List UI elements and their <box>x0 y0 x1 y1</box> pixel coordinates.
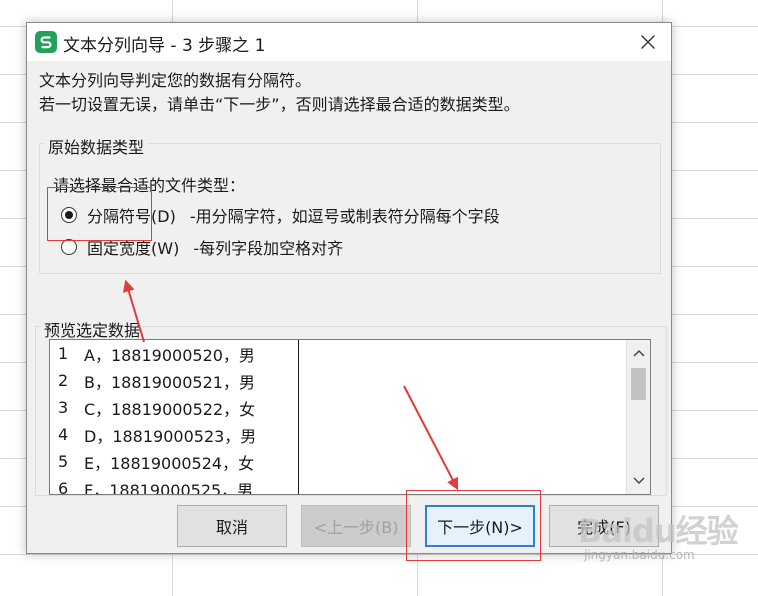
file-type-prompt: 请选择最合适的文件类型： <box>53 176 246 195</box>
scroll-up-button[interactable] <box>627 342 650 364</box>
close-button[interactable] <box>625 23 671 61</box>
finish-button[interactable]: 完成(F) <box>549 505 659 547</box>
intro-line-2: 若一切设置无误，请单击“下一步”，否则请选择最合适的数据类型。 <box>39 95 520 114</box>
dialog-title: 文本分列向导 - 3 步骤之 1 <box>63 36 266 56</box>
radio-fixed-width[interactable]: 固定宽度(W) -每列字段加空格对齐 <box>61 235 343 259</box>
preview-row: 3 C，18819000522，女 <box>58 398 256 419</box>
radio-delimited-label: 分隔符号(D) <box>87 207 176 226</box>
cancel-button[interactable]: 取消 <box>177 505 287 547</box>
chevron-down-icon <box>633 477 645 485</box>
intro-line-1: 文本分列向导判定您的数据有分隔符。 <box>39 71 312 90</box>
wps-app-icon <box>35 31 57 53</box>
title-bar: 文本分列向导 - 3 步骤之 1 <box>27 23 671 61</box>
radio-delimited-description: -用分隔字符，如逗号或制表符分隔每个字段 <box>189 207 500 226</box>
radio-fixed-width-description: -每列字段加空格对齐 <box>193 239 344 258</box>
radio-delimited[interactable]: 分隔符号(D) -用分隔字符，如逗号或制表符分隔每个字段 <box>61 203 500 227</box>
close-icon <box>641 35 655 49</box>
preview-area[interactable]: 1 A，18819000520，男 2 B，18819000521，男 3 C，188… <box>49 339 651 495</box>
preview-row: 5 E，18819000524，女 <box>58 452 255 473</box>
preview-row: 2 B，18819000521，男 <box>58 371 255 392</box>
preview-group-title: 预览选定数据 <box>41 317 144 341</box>
preview-row: 4 D，18819000523，男 <box>58 425 257 446</box>
chevron-up-icon <box>633 349 645 357</box>
radio-fixed-width-label: 固定宽度(W) <box>87 239 180 258</box>
intro-text: 文本分列向导判定您的数据有分隔符。 若一切设置无误，请单击“下一步”，否则请选择… <box>39 69 520 117</box>
radio-delimited-circle[interactable] <box>61 207 77 223</box>
preview-row: 1 A，18819000520，男 <box>58 344 255 365</box>
next-button[interactable]: 下一步(N)> <box>425 505 535 547</box>
preview-rows: 1 A，18819000520，男 2 B，18819000521，男 3 C，188… <box>50 340 298 495</box>
back-button[interactable]: <上一步(B) <box>301 505 411 547</box>
original-type-group-title: 原始数据类型 <box>45 134 148 158</box>
radio-fixed-width-circle[interactable] <box>61 239 77 255</box>
column-separator <box>298 340 299 494</box>
text-to-columns-dialog: 文本分列向导 - 3 步骤之 1 文本分列向导判定您的数据有分隔符。 若一切设置… <box>26 22 672 554</box>
preview-scrollbar[interactable] <box>626 340 650 494</box>
scroll-down-button[interactable] <box>627 470 650 492</box>
preview-row: 6 F，18819000525，男 <box>58 479 254 495</box>
scroll-thumb[interactable] <box>631 368 646 400</box>
